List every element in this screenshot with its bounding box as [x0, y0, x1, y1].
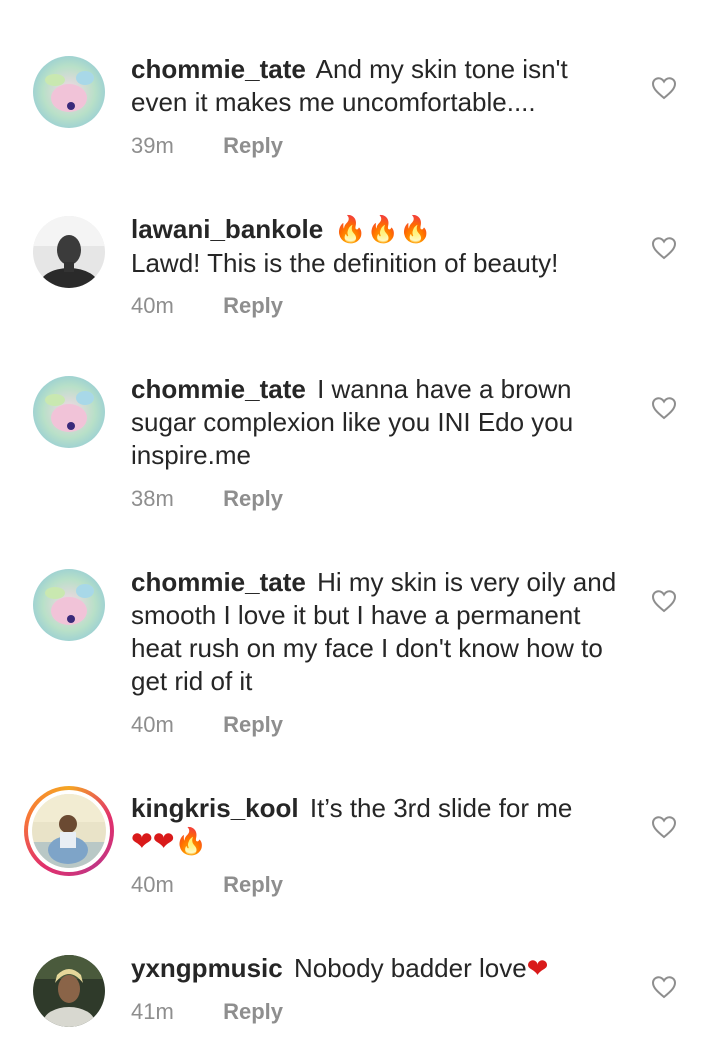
- comment-username[interactable]: chommie_tate: [131, 374, 306, 404]
- comment-meta: 38m Reply: [131, 486, 283, 512]
- comment-username[interactable]: chommie_tate: [131, 54, 306, 84]
- comment-text: chommie_tate And my skin tone isn't even…: [131, 53, 631, 119]
- comment-time: 40m: [131, 872, 174, 897]
- fire-emoji: 🔥: [174, 827, 207, 857]
- comment-text: chommie_tate I wanna have a brown sugar …: [131, 373, 611, 472]
- comment-text: yxngpmusic Nobody badder love❤: [131, 952, 631, 986]
- comment-time: 39m: [131, 133, 174, 158]
- avatar[interactable]: [33, 376, 105, 448]
- reply-button[interactable]: Reply: [223, 293, 283, 318]
- avatar-story-ring[interactable]: [24, 786, 114, 876]
- fire-emoji: 🔥🔥🔥: [334, 215, 432, 245]
- heart-outline-icon[interactable]: [651, 815, 677, 839]
- comment-meta: 40m Reply: [131, 872, 283, 898]
- comment-time: 38m: [131, 486, 174, 511]
- reply-button[interactable]: Reply: [223, 712, 283, 737]
- comment-body: Lawd! This is the definition of beauty!: [131, 248, 559, 278]
- comment-text: kingkris_kool It’s the 3rd slide for me …: [131, 792, 631, 859]
- red-heart-emoji: ❤❤: [131, 827, 175, 857]
- comment-username[interactable]: kingkris_kool: [131, 793, 299, 823]
- comment-meta: 39m Reply: [131, 133, 283, 159]
- reply-button[interactable]: Reply: [223, 999, 283, 1024]
- comment-meta: 40m Reply: [131, 293, 283, 319]
- heart-outline-icon[interactable]: [651, 396, 677, 420]
- comment-time: 41m: [131, 999, 174, 1024]
- red-heart-emoji: ❤: [526, 954, 549, 984]
- comment-username[interactable]: yxngpmusic: [131, 953, 283, 983]
- heart-outline-icon[interactable]: [651, 76, 677, 100]
- comment-meta: 41m Reply: [131, 999, 283, 1025]
- comment-meta: 40m Reply: [131, 712, 283, 738]
- comment-username[interactable]: chommie_tate: [131, 567, 306, 597]
- reply-button[interactable]: Reply: [223, 486, 283, 511]
- comment-text: lawani_bankole 🔥🔥🔥 Lawd! This is the def…: [131, 213, 631, 280]
- reply-button[interactable]: Reply: [223, 133, 283, 158]
- avatar[interactable]: [33, 56, 105, 128]
- heart-outline-icon[interactable]: [651, 589, 677, 613]
- heart-outline-icon[interactable]: [651, 236, 677, 260]
- comment-time: 40m: [131, 712, 174, 737]
- heart-outline-icon[interactable]: [651, 975, 677, 999]
- comment-time: 40m: [131, 293, 174, 318]
- comment-text: chommie_tate Hi my skin is very oily and…: [131, 566, 621, 698]
- comment-body: Nobody badder love: [293, 953, 527, 983]
- avatar[interactable]: [33, 955, 105, 1027]
- reply-button[interactable]: Reply: [223, 872, 283, 897]
- avatar[interactable]: [33, 569, 105, 641]
- comment-body: It’s the 3rd slide for me: [309, 793, 573, 823]
- avatar: [32, 794, 106, 868]
- comment-username[interactable]: lawani_bankole: [131, 214, 323, 244]
- avatar[interactable]: [33, 216, 105, 288]
